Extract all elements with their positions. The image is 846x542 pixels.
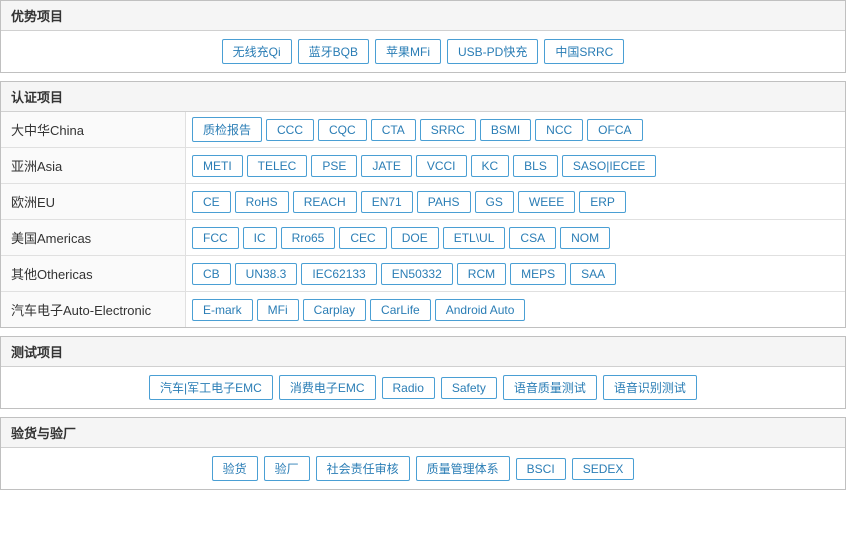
cert-row-label: 亚洲Asia [1,148,186,183]
cert-row-label: 其他Othericas [1,256,186,291]
cert-tag[interactable]: PSE [311,155,357,177]
cert-row-label: 欧洲EU [1,184,186,219]
cert-tag[interactable]: METI [192,155,243,177]
cert-tag[interactable]: CEC [339,227,386,249]
cert-tag[interactable]: UN38.3 [235,263,298,285]
cert-tag[interactable]: SASO|IECEE [562,155,656,177]
testing-tag[interactable]: 语音识别测试 [603,375,697,400]
advantage-title: 优势项目 [1,1,845,31]
cert-tag[interactable]: ETL\UL [443,227,506,249]
cert-row: 亚洲AsiaMETITELECPSEJATEVCCIKCBLSSASO|IECE… [1,148,845,184]
cert-tag[interactable]: JATE [361,155,411,177]
cert-row-label: 美国Americas [1,220,186,255]
testing-tag[interactable]: Radio [382,377,435,399]
cert-tag[interactable]: CCC [266,119,314,141]
cert-tag[interactable]: RoHS [235,191,289,213]
cert-tag[interactable]: WEEE [518,191,575,213]
verify-tag[interactable]: SEDEX [572,458,635,480]
verification-title: 验货与验厂 [1,418,845,448]
cert-tag[interactable]: MFi [257,299,299,321]
cert-tag[interactable]: GS [475,191,514,213]
advantage-tag[interactable]: 中国SRRC [544,39,624,64]
cert-row: 汽车电子Auto-ElectronicE-markMFiCarplayCarLi… [1,292,845,327]
cert-tag[interactable]: Carplay [303,299,366,321]
certification-section: 认证项目 大中华China质检报告CCCCQCCTASRRCBSMINCCOFC… [0,81,846,328]
cert-row-tags: 质检报告CCCCQCCTASRRCBSMINCCOFCA [186,112,649,147]
cert-row-label: 大中华China [1,112,186,147]
verification-section: 验货与验厂 验货验厂社会责任审核质量管理体系 BSCI SEDEX [0,417,846,490]
cert-tag[interactable]: IEC62133 [301,263,376,285]
verify-tag[interactable]: 验厂 [264,456,310,481]
advantage-tag[interactable]: 蓝牙BQB [298,39,369,64]
advantage-tag[interactable]: 无线充Qi [222,39,292,64]
advantage-tags: 无线充Qi蓝牙BQB苹果MFiUSB-PD快充中国SRRC [1,31,845,72]
verify-tags: 验货验厂社会责任审核质量管理体系 BSCI SEDEX [1,448,845,489]
cert-row-tags: CBUN38.3IEC62133EN50332RCMMEPSSAA [186,256,622,291]
cert-tag[interactable]: NCC [535,119,583,141]
cert-tag[interactable]: RCM [457,263,506,285]
cert-tag[interactable]: SRRC [420,119,476,141]
testing-tags: 汽车|军工电子EMC消费电子EMC Radio Safety 语音质量测试语音识别测试 [1,367,845,408]
advantage-tag[interactable]: USB-PD快充 [447,39,538,64]
cert-row: 欧洲EUCERoHSREACHEN71PAHSGSWEEEERP [1,184,845,220]
cert-tag[interactable]: CE [192,191,231,213]
advantage-section: 优势项目 无线充Qi蓝牙BQB苹果MFiUSB-PD快充中国SRRC [0,0,846,73]
cert-tag[interactable]: SAA [570,263,616,285]
verify-tag[interactable]: 验货 [212,456,258,481]
certification-title: 认证项目 [1,82,845,112]
cert-tag[interactable]: Android Auto [435,299,526,321]
cert-tag[interactable]: CSA [509,227,556,249]
testing-tag[interactable]: 消费电子EMC [279,375,376,400]
cert-tag[interactable]: EN50332 [381,263,453,285]
cert-row-tags: METITELECPSEJATEVCCIKCBLSSASO|IECEE [186,148,662,183]
cert-tag[interactable]: ERP [579,191,626,213]
cert-tag[interactable]: CQC [318,119,367,141]
cert-row: 大中华China质检报告CCCCQCCTASRRCBSMINCCOFCA [1,112,845,148]
cert-tag[interactable]: NOM [560,227,610,249]
cert-tag[interactable]: E-mark [192,299,253,321]
cert-tag[interactable]: BSMI [480,119,531,141]
cert-tag[interactable]: KC [471,155,510,177]
testing-title: 测试项目 [1,337,845,367]
testing-section: 测试项目 汽车|军工电子EMC消费电子EMC Radio Safety 语音质量测试语… [0,336,846,409]
cert-row: 其他OthericasCBUN38.3IEC62133EN50332RCMMEP… [1,256,845,292]
cert-tag[interactable]: PAHS [417,191,471,213]
cert-tag[interactable]: OFCA [587,119,642,141]
cert-row-tags: CERoHSREACHEN71PAHSGSWEEEERP [186,184,632,219]
cert-tag[interactable]: CB [192,263,231,285]
cert-tag[interactable]: VCCI [416,155,467,177]
advantage-tag[interactable]: 苹果MFi [375,39,441,64]
cert-tag[interactable]: Rro65 [281,227,336,249]
verify-tag[interactable]: 社会责任审核 [316,456,410,481]
testing-tag[interactable]: 语音质量测试 [503,375,597,400]
cert-tag[interactable]: REACH [293,191,357,213]
cert-tag[interactable]: FCC [192,227,239,249]
cert-row-tags: FCCICRro65CECDOEETL\ULCSANOM [186,220,616,255]
cert-tag[interactable]: MEPS [510,263,566,285]
verify-tag[interactable]: 质量管理体系 [416,456,510,481]
page-container: 优势项目 无线充Qi蓝牙BQB苹果MFiUSB-PD快充中国SRRC 认证项目 … [0,0,846,490]
cert-tag[interactable]: EN71 [361,191,413,213]
cert-tag[interactable]: CTA [371,119,416,141]
certification-rows: 大中华China质检报告CCCCQCCTASRRCBSMINCCOFCA亚洲As… [1,112,845,327]
verify-tag[interactable]: BSCI [516,458,566,480]
cert-tag[interactable]: BLS [513,155,558,177]
testing-tag[interactable]: 汽车|军工电子EMC [149,375,273,400]
cert-tag[interactable]: TELEC [247,155,308,177]
cert-row-tags: E-markMFiCarplayCarLifeAndroid Auto [186,292,531,327]
cert-tag[interactable]: DOE [391,227,439,249]
cert-tag[interactable]: 质检报告 [192,117,262,142]
cert-row-label: 汽车电子Auto-Electronic [1,292,186,327]
testing-tag[interactable]: Safety [441,377,497,399]
cert-tag[interactable]: IC [243,227,277,249]
cert-row: 美国AmericasFCCICRro65CECDOEETL\ULCSANOM [1,220,845,256]
cert-tag[interactable]: CarLife [370,299,431,321]
